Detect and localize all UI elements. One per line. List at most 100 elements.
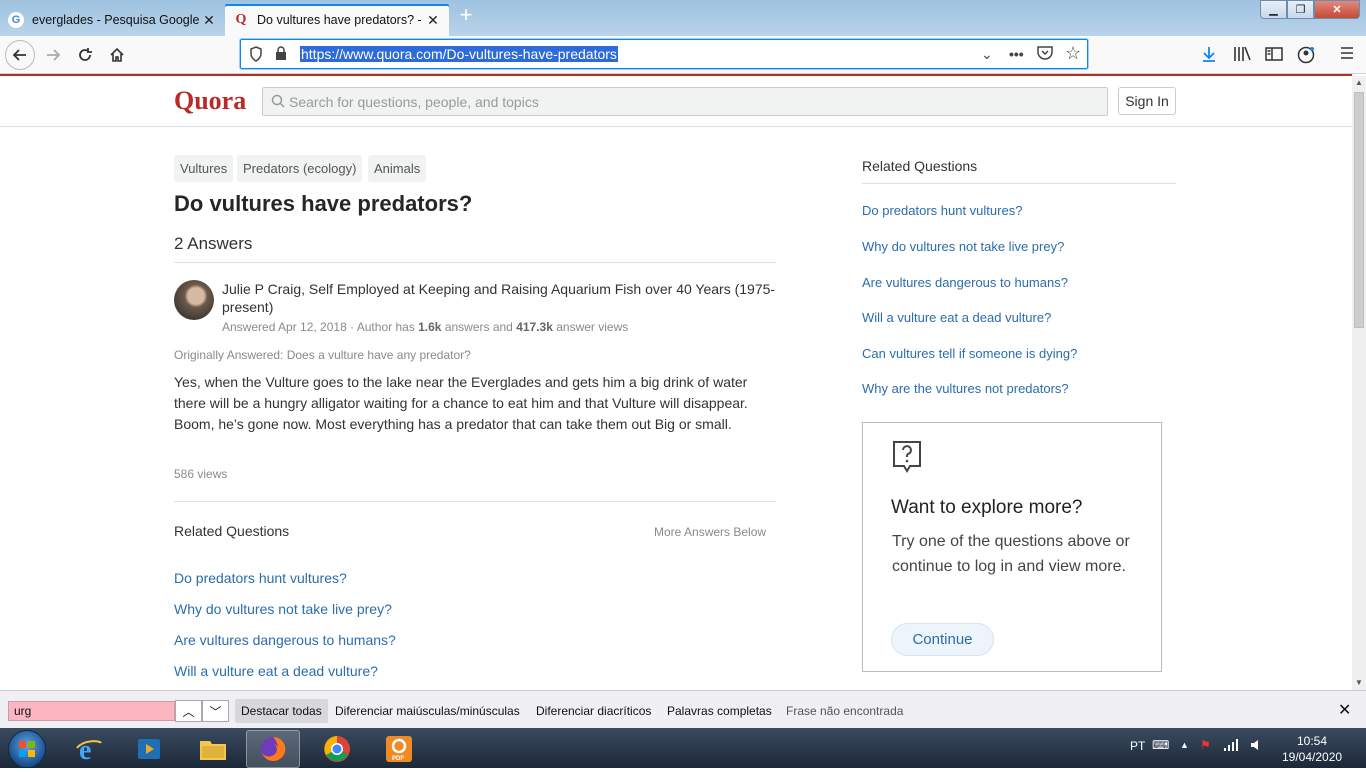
sidebar-icon[interactable] bbox=[1265, 46, 1283, 67]
find-input[interactable]: urg bbox=[8, 701, 175, 721]
tab-quora[interactable]: Q Do vultures have predators? - Q ✕ bbox=[225, 4, 449, 36]
windows-logo-icon bbox=[19, 741, 35, 757]
explore-text: Try one of the questions above or contin… bbox=[892, 533, 1130, 575]
reload-icon bbox=[79, 48, 92, 61]
taskbar-chrome[interactable] bbox=[310, 730, 364, 768]
sidebar-related-link[interactable]: Why are the vultures not predators? bbox=[862, 381, 1069, 396]
reload-button[interactable] bbox=[70, 40, 100, 70]
related-question-link[interactable]: Are vultures dangerous to humans? bbox=[174, 632, 396, 648]
taskbar-media-player[interactable] bbox=[122, 730, 176, 768]
highlight-all-toggle[interactable]: Destacar todas bbox=[235, 699, 328, 723]
scrollbar-thumb[interactable] bbox=[1354, 92, 1364, 328]
chevron-up-icon: ︿ bbox=[182, 704, 195, 719]
topic-tag[interactable]: Vultures bbox=[174, 155, 234, 182]
taskbar-pdf-app[interactable]: PDF bbox=[372, 730, 426, 768]
folder-icon bbox=[200, 741, 226, 760]
match-case-toggle[interactable]: Diferenciar maiúsculas/minúsculas bbox=[335, 704, 520, 718]
minimize-button[interactable]: ▁ bbox=[1260, 0, 1287, 19]
divider bbox=[174, 262, 776, 263]
author-answers-count: 1.6k bbox=[418, 320, 442, 334]
action-center-icon[interactable]: ⚑ bbox=[1200, 738, 1211, 752]
find-bar: urg ︿ ﹀ Destacar todas Diferenciar maiús… bbox=[0, 690, 1366, 728]
bookmark-star-icon[interactable]: ☆ bbox=[1065, 43, 1081, 64]
question-bubble-icon bbox=[893, 441, 921, 473]
url-text[interactable]: https://www.quora.com/Do-vultures-have-p… bbox=[300, 46, 618, 62]
network-icon[interactable] bbox=[1224, 739, 1238, 754]
author-answer-views: 417.3k bbox=[516, 320, 553, 334]
scroll-down-icon[interactable]: ▼ bbox=[1355, 678, 1363, 687]
answer-meta-text: answers and bbox=[441, 320, 517, 334]
volume-icon[interactable] bbox=[1250, 738, 1264, 755]
question-title: Do vultures have predators? bbox=[174, 191, 473, 216]
chrome-icon bbox=[324, 736, 350, 762]
find-next-button[interactable]: ﹀ bbox=[202, 700, 229, 722]
window-close-button[interactable]: ✕ bbox=[1314, 0, 1360, 19]
url-bar[interactable]: https://www.quora.com/Do-vultures-have-p… bbox=[240, 39, 1088, 69]
answer-meta: Answered Apr 12, 2018 · Author has 1.6k … bbox=[222, 320, 628, 334]
library-icon[interactable] bbox=[1233, 46, 1251, 67]
language-indicator[interactable]: PT bbox=[1130, 739, 1145, 753]
page-scrollbar[interactable]: ▲ ▼ bbox=[1352, 76, 1366, 690]
related-question-link[interactable]: Will a vulture eat a dead vulture? bbox=[174, 663, 378, 679]
show-hidden-icons-icon[interactable]: ▲ bbox=[1180, 740, 1189, 750]
download-icon[interactable] bbox=[1202, 46, 1216, 67]
search-placeholder: Search for questions, people, and topics bbox=[289, 94, 539, 110]
firefox-icon bbox=[261, 736, 286, 761]
search-icon bbox=[271, 94, 285, 108]
originally-answered[interactable]: Originally Answered: Does a vulture have… bbox=[174, 348, 471, 362]
answer-text: Yes, when the Vulture goes to the lake n… bbox=[174, 374, 748, 432]
sidebar-related-link[interactable]: Will a vulture eat a dead vulture? bbox=[862, 310, 1051, 325]
close-icon[interactable]: ✕ bbox=[1338, 700, 1351, 720]
related-question-link[interactable]: Do predators hunt vultures? bbox=[174, 570, 347, 586]
explore-title: Want to explore more? bbox=[891, 497, 1083, 518]
clock-time[interactable]: 10:54 bbox=[1297, 734, 1327, 748]
pdf-icon: PDF bbox=[386, 736, 412, 762]
windows-taskbar: e PDF PT ⌨ ▲ ⚑ 10:54 19/04/2020 bbox=[0, 728, 1366, 768]
sidebar-related-link[interactable]: Can vultures tell if someone is dying? bbox=[862, 346, 1077, 361]
clock-date[interactable]: 19/04/2020 bbox=[1282, 750, 1342, 764]
close-icon[interactable]: ✕ bbox=[201, 12, 217, 29]
match-diacritics-toggle[interactable]: Diferenciar diacríticos bbox=[536, 704, 651, 718]
sidebar-related-link[interactable]: Why do vultures not take live prey? bbox=[862, 239, 1064, 254]
sidebar-related-link[interactable]: Do predators hunt vultures? bbox=[862, 203, 1022, 218]
taskbar-firefox[interactable] bbox=[246, 730, 300, 768]
arrow-left-icon bbox=[12, 49, 26, 61]
topic-tag[interactable]: Animals bbox=[368, 155, 427, 182]
chevron-down-icon[interactable]: ⌄ bbox=[981, 46, 993, 63]
scroll-up-icon[interactable]: ▲ bbox=[1355, 78, 1363, 87]
account-icon[interactable] bbox=[1297, 46, 1315, 69]
tab-everglades[interactable]: G everglades - Pesquisa Google ✕ bbox=[0, 4, 225, 36]
continue-button[interactable]: Continue bbox=[891, 623, 994, 656]
new-tab-button[interactable]: + bbox=[455, 4, 477, 27]
topic-tag[interactable]: Predators (ecology) bbox=[237, 155, 363, 182]
quora-header: Quora Search for questions, people, and … bbox=[0, 76, 1352, 127]
taskbar-internet-explorer[interactable]: e bbox=[62, 730, 116, 768]
pocket-icon[interactable] bbox=[1037, 46, 1053, 63]
svg-text:PDF: PDF bbox=[392, 756, 404, 762]
internet-explorer-icon: e bbox=[76, 735, 102, 764]
menu-icon[interactable] bbox=[1340, 46, 1354, 65]
find-previous-button[interactable]: ︿ bbox=[175, 700, 202, 722]
answer-views: 586 views bbox=[174, 467, 228, 481]
more-actions-icon[interactable]: ••• bbox=[1009, 46, 1024, 62]
maximize-button[interactable]: ❐ bbox=[1287, 0, 1314, 19]
sign-in-button[interactable]: Sign In bbox=[1118, 87, 1176, 115]
arrow-right-icon bbox=[47, 49, 61, 61]
start-button[interactable] bbox=[8, 730, 46, 768]
avatar[interactable] bbox=[174, 280, 214, 320]
home-button[interactable] bbox=[102, 40, 132, 70]
keyboard-icon[interactable]: ⌨ bbox=[1152, 738, 1169, 752]
chevron-down-icon: ﹀ bbox=[209, 704, 222, 719]
sidebar-related-link[interactable]: Are vultures dangerous to humans? bbox=[862, 275, 1068, 290]
author-credential[interactable]: Julie P Craig, Self Employed at Keeping … bbox=[222, 280, 782, 316]
back-button[interactable] bbox=[5, 40, 35, 70]
shield-icon[interactable] bbox=[249, 46, 263, 65]
quora-logo[interactable]: Quora bbox=[174, 86, 246, 116]
related-question-link[interactable]: Why do vultures not take live prey? bbox=[174, 601, 392, 617]
taskbar-file-explorer[interactable] bbox=[186, 730, 240, 768]
search-input[interactable]: Search for questions, people, and topics bbox=[262, 87, 1108, 116]
lock-icon[interactable] bbox=[275, 46, 287, 63]
forward-button[interactable] bbox=[38, 40, 68, 70]
close-icon[interactable]: ✕ bbox=[425, 12, 441, 29]
whole-words-toggle[interactable]: Palavras completas bbox=[667, 704, 772, 718]
